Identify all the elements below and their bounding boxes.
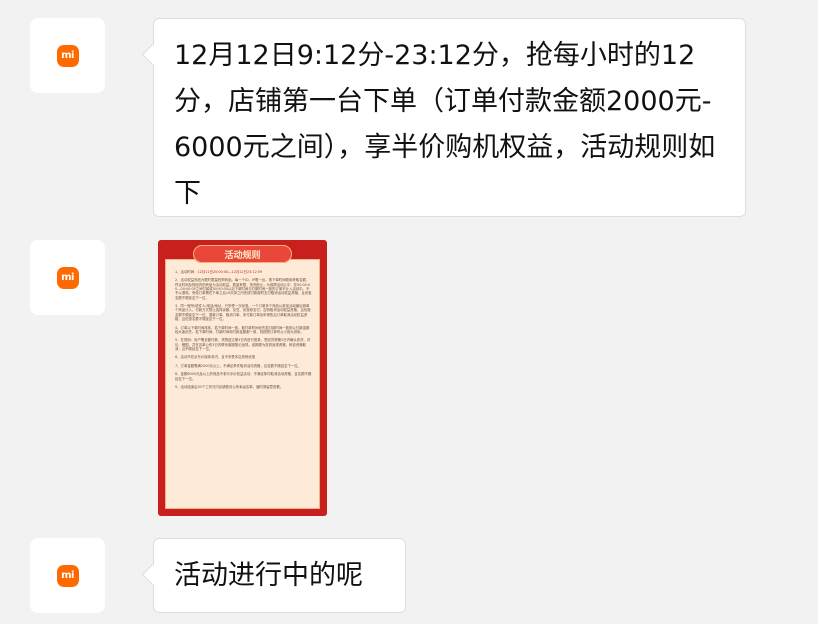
rules-paper: 1、活动时间：12月11日20:00:00—12月12日23:12:59 2、活… [165, 259, 320, 509]
message-text: 活动进行中的呢 [174, 560, 363, 591]
rule-item: 6、活动不在京东价保体系内，且不享受本店其他优惠 [175, 355, 256, 360]
rule-item: 2、活动权益商品为限时限量抢购商品。每一个ID、IP限一台。按下单时间顺序获取名… [175, 278, 312, 300]
avatar[interactable]: mi [30, 538, 105, 613]
mi-logo-icon: mi [56, 44, 79, 67]
mi-logo-icon: mi [56, 564, 79, 587]
avatar[interactable]: mi [30, 240, 105, 315]
rule-item: 5、在规则：用户需全额付款，货物送达第3日内进行登录，签收货物第3日内确认收货、… [175, 338, 311, 351]
rule-item: 1、活动时间：12月11日20:00:00—12月12日23:12:59 [175, 270, 263, 274]
rule-item: 4、订单以下单时间排序，若下单时间一致，取付款时间优先若付款时间一致则以付款金额… [175, 325, 310, 334]
message-bubble[interactable]: 12月12日9:12分-23:12分，抢每小时的12分，店铺第一台下单（订单付款… [153, 18, 746, 217]
rule-item: 3、同一账号/收件人/电话/地址，只享受一次优惠。一个订单多个商品以参加活动最后… [175, 304, 311, 322]
avatar[interactable]: mi [30, 18, 105, 93]
rule-item: 7、订单金额需满2000元以上。不满足条件取消活动资格，且名额不顺延至下一位。 [175, 363, 302, 368]
mi-logo-icon: mi [56, 266, 79, 289]
activity-rules-image[interactable]: 1、活动时间：12月11日20:00:00—12月12日23:12:59 2、活… [158, 240, 327, 516]
rules-title-banner: 活动规则 [193, 245, 292, 263]
rule-item: 8、金额6000元及以上的商品不参与半价权益活动，不满足条件取消活动资格，且名额… [175, 372, 312, 381]
message-bubble[interactable]: 活动进行中的呢 [153, 538, 406, 613]
rule-item: 9、活动结束后30个工作日内店铺首页公布幸运名单，届时请留意查看。 [175, 385, 284, 390]
message-text: 12月12日9:12分-23:12分，抢每小时的12分，店铺第一台下单（订单付款… [174, 40, 716, 209]
